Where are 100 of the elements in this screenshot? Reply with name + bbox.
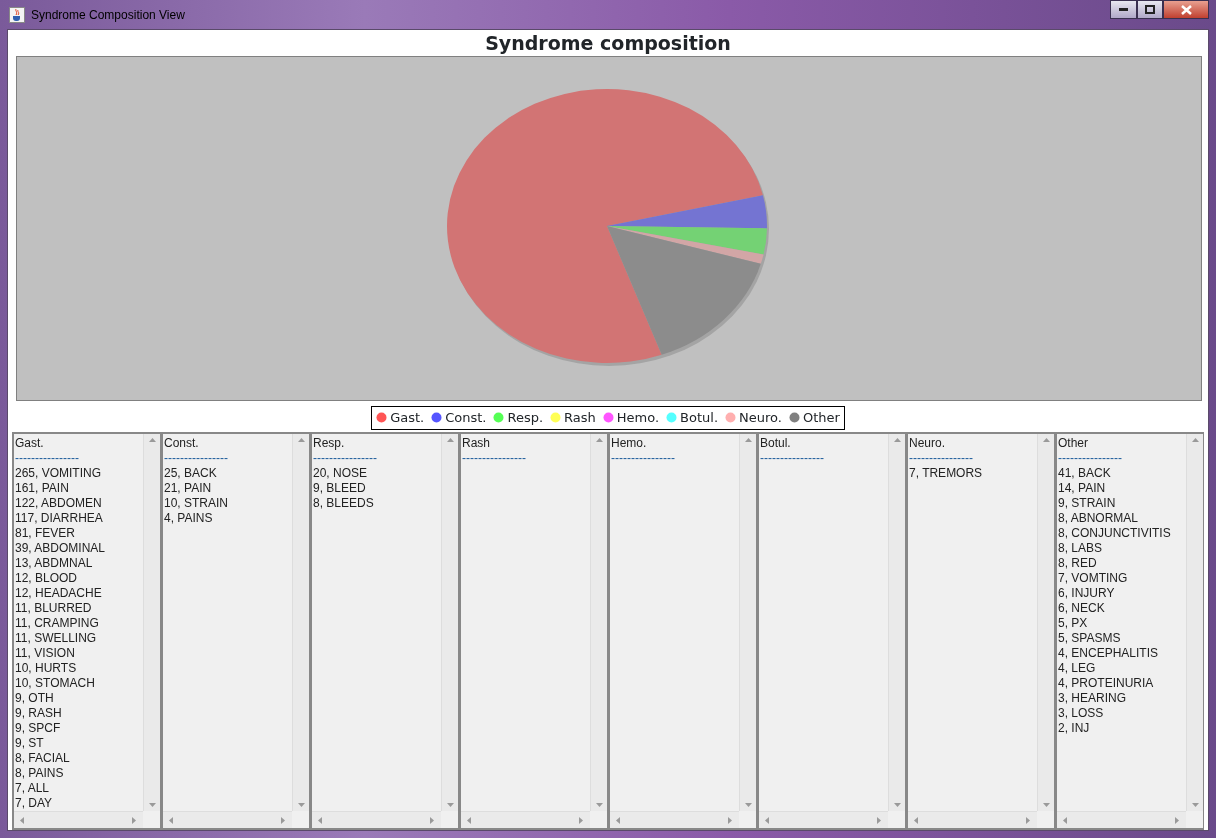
list-header: Botul. [760, 435, 792, 451]
close-button[interactable] [1163, 0, 1209, 19]
vertical-scrollbar[interactable] [441, 433, 458, 811]
maximize-icon [1145, 5, 1155, 14]
term-count: 13, ABDMNAL [15, 555, 94, 571]
maximize-button[interactable] [1137, 0, 1163, 19]
horizontal-scrollbar[interactable] [610, 811, 739, 828]
list-header: Other [1058, 435, 1089, 451]
separator-line: ---------------- [909, 450, 974, 466]
legend-label: Neuro. [739, 409, 782, 427]
horizontal-scrollbar[interactable] [759, 811, 888, 828]
term-count: 7, TREMORS [909, 465, 984, 481]
scroll-right-icon[interactable] [875, 816, 882, 824]
vertical-scrollbar[interactable] [143, 433, 160, 811]
term-count: 11, VISION [15, 645, 76, 661]
legend-label: Resp. [507, 409, 544, 427]
scroll-up-icon[interactable] [297, 436, 305, 444]
term-count: 6, INJURY [1058, 585, 1116, 601]
horizontal-scrollbar[interactable] [461, 811, 590, 828]
vertical-scrollbar[interactable] [1037, 433, 1054, 811]
term-count: 9, OTH [15, 690, 55, 706]
separator-line: ---------------- [462, 450, 527, 466]
scroll-left-icon[interactable] [168, 816, 175, 824]
vertical-scrollbar[interactable] [888, 433, 905, 811]
term-count: 7, VOMTING [1058, 570, 1129, 586]
scroll-left-icon[interactable] [317, 816, 324, 824]
scroll-down-icon[interactable] [1042, 801, 1050, 808]
term-count: 11, BLURRED [15, 600, 93, 616]
chart-title: Syndrome composition [484, 31, 732, 56]
separator-line: ---------------- [164, 450, 229, 466]
vertical-scrollbar[interactable] [1186, 433, 1203, 811]
scroll-right-icon[interactable] [279, 816, 286, 824]
term-count: 8, FACIAL [15, 750, 71, 766]
vertical-scrollbar[interactable] [739, 433, 756, 811]
term-count: 7, ALL [15, 780, 51, 796]
term-count: 3, LOSS [1058, 705, 1105, 721]
separator-line: ---------------- [760, 450, 825, 466]
scroll-down-icon[interactable] [297, 801, 305, 808]
term-count: 25, BACK [164, 465, 218, 481]
separator-line: ---------------- [611, 450, 676, 466]
scroll-right-icon[interactable] [130, 816, 137, 824]
scroll-up-icon[interactable] [446, 436, 454, 444]
term-count: 9, BLEED [313, 480, 367, 496]
list-header: Neuro. [909, 435, 947, 451]
scroll-down-icon[interactable] [446, 801, 454, 808]
minimize-button[interactable] [1110, 0, 1137, 19]
scroll-up-icon[interactable] [148, 436, 156, 444]
scroll-down-icon[interactable] [744, 801, 752, 808]
scroll-right-icon[interactable] [726, 816, 733, 824]
term-count: 7, DAY [15, 795, 54, 811]
term-count: 10, STRAIN [164, 495, 230, 511]
term-count: 9, SPCF [15, 720, 62, 736]
scroll-left-icon[interactable] [913, 816, 920, 824]
scroll-up-icon[interactable] [744, 436, 752, 444]
term-count: 8, CONJUNCTIVITIS [1058, 525, 1172, 541]
scroll-right-icon[interactable] [428, 816, 435, 824]
horizontal-scrollbar[interactable] [1057, 811, 1186, 828]
separator-line: ---------------- [313, 450, 378, 466]
term-count: 20, NOSE [313, 465, 369, 481]
horizontal-scrollbar[interactable] [908, 811, 1037, 828]
term-count: 3, HEARING [1058, 690, 1127, 706]
term-count: 8, PAINS [15, 765, 65, 781]
scroll-right-icon[interactable] [1024, 816, 1031, 824]
term-count: 4, PROTEINURIA [1058, 675, 1155, 691]
term-count: 5, SPASMS [1058, 630, 1122, 646]
scroll-left-icon[interactable] [466, 816, 473, 824]
term-count: 81, FEVER [15, 525, 77, 541]
term-count: 9, RASH [15, 705, 63, 721]
scroll-right-icon[interactable] [577, 816, 584, 824]
legend-label: Rash [564, 409, 596, 427]
scroll-up-icon[interactable] [1191, 436, 1199, 444]
horizontal-scrollbar[interactable] [163, 811, 292, 828]
term-count: 11, SWELLING [15, 630, 98, 646]
legend-label: Const. [445, 409, 487, 427]
scroll-left-icon[interactable] [19, 816, 26, 824]
term-count: 2, INJ [1058, 720, 1091, 736]
scroll-down-icon[interactable] [893, 801, 901, 808]
vertical-scrollbar[interactable] [292, 433, 309, 811]
term-count: 10, STOMACH [15, 675, 96, 691]
scroll-left-icon[interactable] [615, 816, 622, 824]
scroll-down-icon[interactable] [148, 801, 156, 808]
scroll-down-icon[interactable] [1191, 801, 1199, 808]
scroll-left-icon[interactable] [1062, 816, 1069, 824]
scroll-left-icon[interactable] [764, 816, 771, 824]
term-count: 122, ABDOMEN [15, 495, 103, 511]
list-header: Gast. [15, 435, 45, 451]
separator-line: ---------------- [1058, 450, 1123, 466]
scroll-right-icon[interactable] [1173, 816, 1180, 824]
horizontal-scrollbar[interactable] [14, 811, 143, 828]
scroll-up-icon[interactable] [1042, 436, 1050, 444]
window-title: Syndrome Composition View [31, 6, 185, 24]
scroll-down-icon[interactable] [595, 801, 603, 808]
vertical-scrollbar[interactable] [590, 433, 607, 811]
legend-label: Botul. [680, 409, 719, 427]
term-count: 12, BLOOD [15, 570, 79, 586]
list-header: Resp. [313, 435, 346, 451]
horizontal-scrollbar[interactable] [312, 811, 441, 828]
scroll-up-icon[interactable] [595, 436, 603, 444]
scroll-up-icon[interactable] [893, 436, 901, 444]
list-header: Const. [164, 435, 200, 451]
